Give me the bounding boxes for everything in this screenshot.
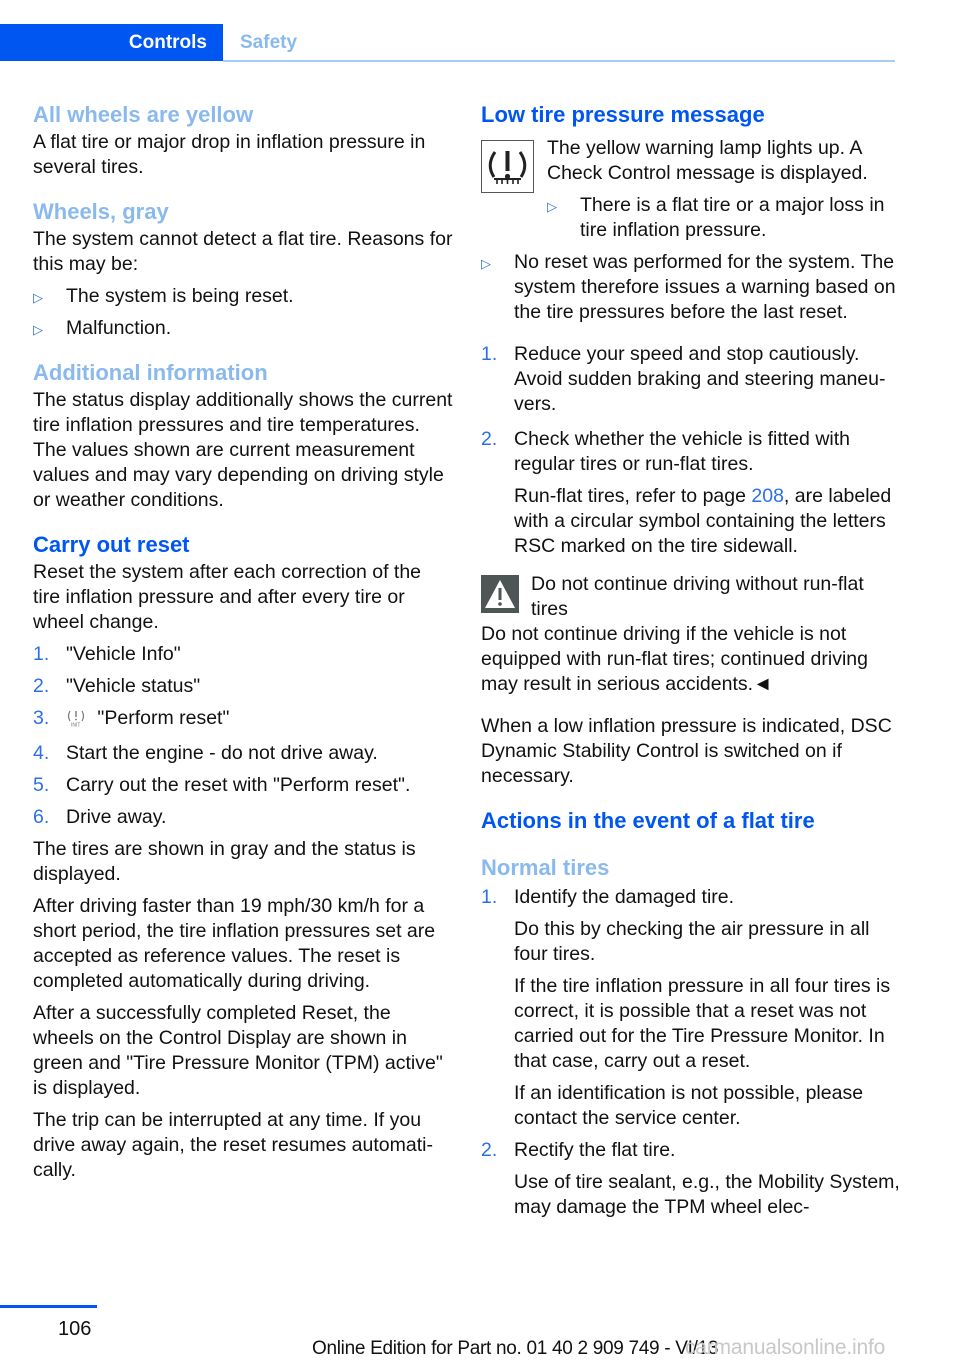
paragraph: The system cannot detect a flat tire. Re… (33, 228, 453, 275)
warning-body: Do not continue driving if the vehicle i… (481, 623, 868, 695)
svg-text:INIT: INIT (71, 723, 80, 728)
heading-actions-flat-tire: Actions in the event of a flat tire (481, 808, 815, 833)
step-item: 1. Reduce your speed and stop cautiously… (481, 343, 886, 415)
paragraph: When a low inflation pressure is indicat… (481, 715, 892, 787)
warning-title: Do not continue driving without run-flat… (531, 573, 864, 620)
tab-controls[interactable]: Controls (0, 24, 223, 61)
step-note: If an identification is not possible, pl… (514, 1082, 864, 1129)
step-item: 6. Drive away. (33, 806, 167, 828)
heading-wheels-gray: Wheels, gray (33, 199, 169, 224)
paragraph: The status display additionally shows th… (33, 389, 453, 511)
heading-all-wheels-yellow: All wheels are yellow (33, 102, 254, 127)
bullet-triangle-icon: ▷ (547, 199, 557, 214)
paragraph: The tires are shown in gray and the stat… (33, 838, 416, 885)
page-reference-link[interactable]: 208 (751, 485, 784, 507)
list-item: ▷ The system is being reset. (33, 284, 453, 309)
bullet-triangle-icon: ▷ (33, 322, 43, 337)
step-item: 1. Identify the damaged tire. Do this by… (481, 885, 901, 1131)
tpm-init-icon: INIT (66, 709, 86, 734)
step-item: 2. Rectify the flat tire. Use of tire se… (481, 1139, 900, 1218)
watermark: carmanualsonline.info (685, 1336, 886, 1359)
paragraph: The yellow warning lamp lights up. A Che… (547, 137, 868, 184)
tire-pressure-warning-lamp-icon (481, 140, 534, 193)
paragraph: Reset the system after each correction o… (33, 561, 422, 633)
step-item: 2. "Vehicle status" (33, 675, 201, 697)
tab-safety[interactable]: Safety (240, 24, 297, 61)
paragraph: The trip can be interrupted at any time.… (33, 1109, 433, 1181)
step-item: 2. Check whether the vehicle is fitted w… (481, 427, 901, 559)
warning-block: Do not continue driving without run-flat… (481, 572, 901, 622)
step-note: If the tire inflation pressure in all fo… (514, 975, 891, 1072)
step-item: 3. INIT "Perform reset" (33, 706, 453, 734)
tab-underline (223, 60, 895, 62)
heading-low-tire-pressure-message: Low tire pressure message (481, 102, 765, 127)
list-item: ▷ Malfunction. (33, 316, 453, 341)
bullet-triangle-icon: ▷ (481, 256, 491, 271)
heading-carry-out-reset: Carry out reset (33, 532, 190, 557)
bullet-triangle-icon: ▷ (33, 290, 43, 305)
heading-normal-tires: Normal tires (481, 855, 610, 880)
left-column: All wheels are yellow A flat tire or maj… (33, 100, 453, 1183)
list-item: ▷ No reset was performed for the system.… (481, 251, 896, 323)
step-note: Use of tire sealant, e.g., the Mobility … (514, 1171, 900, 1218)
footer-rule (0, 1305, 97, 1308)
step-item: 1. "Vehicle Info" (33, 643, 181, 665)
warning-lamp-block: The yellow warning lamp lights up. A Che… (481, 136, 901, 243)
paragraph: After a successfully completed Reset, th… (33, 1002, 443, 1099)
step-note: Do this by checking the air pressure in … (514, 918, 870, 965)
step-item: 4. Start the engine - do not drive away. (33, 742, 378, 764)
step-item: 5. Carry out the reset with "Perform res… (33, 774, 411, 796)
heading-additional-information: Additional information (33, 360, 268, 385)
list-item: ▷ There is a flat tire or a major loss i… (547, 194, 885, 241)
warning-triangle-icon (481, 575, 519, 613)
paragraph: After driving faster than 19 mph/30 km/h… (33, 895, 436, 992)
chapter-tabs: Controls Safety (0, 24, 895, 62)
paragraph: A flat tire or major drop in inflation p… (33, 131, 426, 178)
step-note: Run-flat tires, refer to page 208, are l… (514, 485, 892, 557)
edition-note: Online Edition for Part no. 01 40 2 909 … (312, 1338, 719, 1359)
right-column: Low tire pressure message The yellow war… (481, 100, 901, 1220)
page-number: 106 (58, 1318, 92, 1340)
